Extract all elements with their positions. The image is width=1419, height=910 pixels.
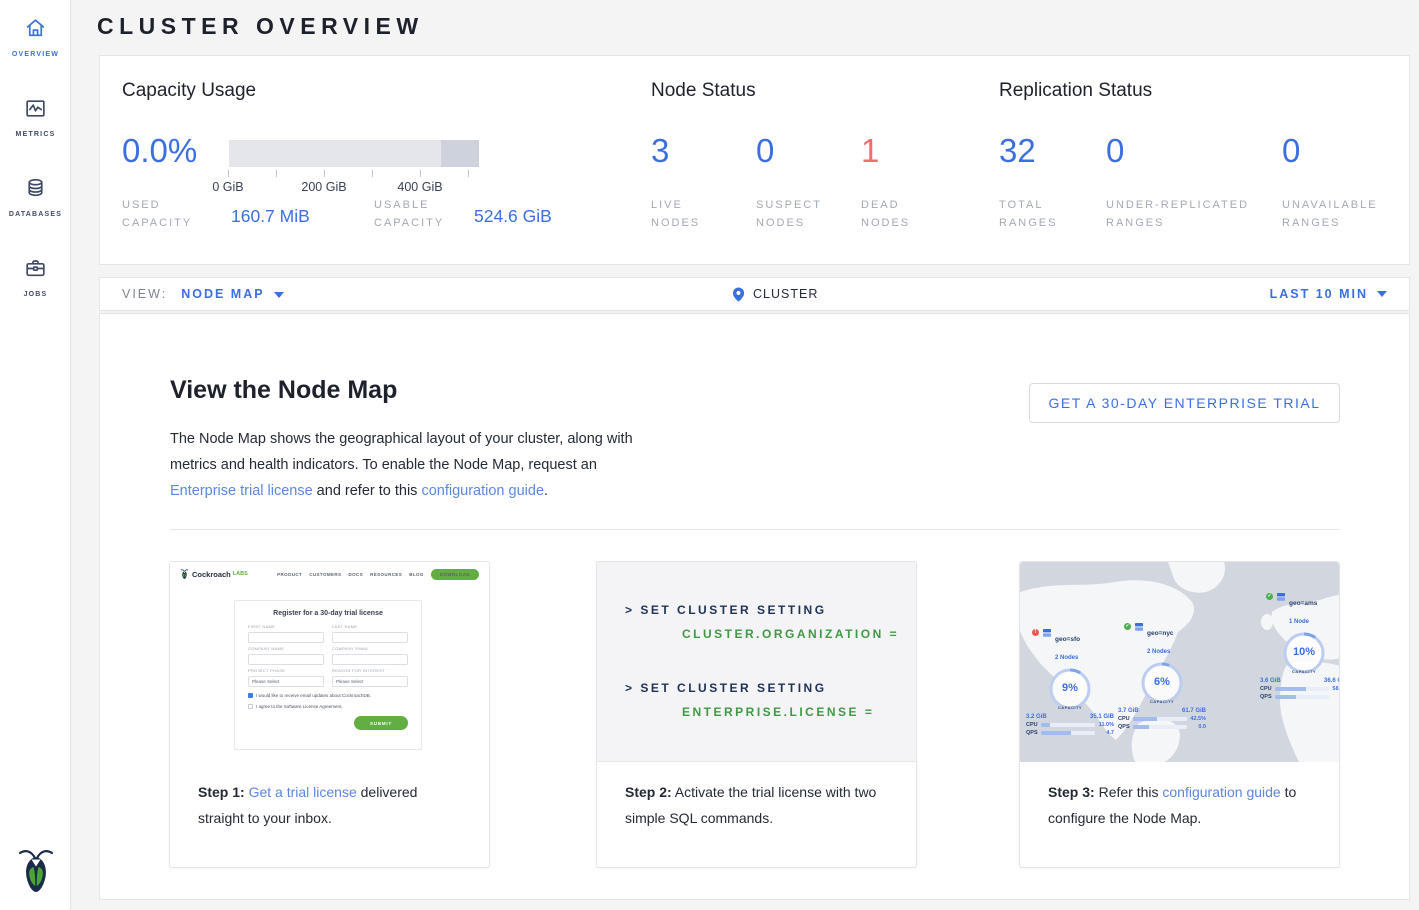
divider <box>170 529 1340 530</box>
databases-icon <box>23 176 48 201</box>
locality-geo-sfo: ! geo=sfo2 Nodes 9%CAPACITY 3.2 GiB35.1 … <box>1024 628 1116 736</box>
axis-tick-label: 0 GiB <box>198 180 258 194</box>
trial-license-screenshot: Cockroach LABS PRODUCT CUSTOMERS DOCS RE… <box>170 562 489 762</box>
jobs-icon <box>23 256 48 281</box>
cockroach-bug-icon <box>180 568 189 580</box>
step1-caption: Step 1: Get a trial license delivered st… <box>170 762 489 831</box>
enterprise-trial-license-link[interactable]: Enterprise trial license <box>170 483 313 499</box>
reason-select: Please Select <box>332 676 408 687</box>
home-icon <box>23 16 48 41</box>
sidebar-item-label: OVERVIEW <box>0 51 71 58</box>
get-trial-license-link[interactable]: Get a trial license <box>249 784 357 800</box>
unavailable-ranges-value: 0 <box>1282 132 1300 170</box>
mini-download-button: DOWNLOAD <box>431 569 479 580</box>
dead-nodes-label: DEAD NODES <box>861 196 921 232</box>
chevron-down-icon <box>1377 291 1387 297</box>
capacity-used-percent: 0.0% <box>122 132 197 170</box>
enterprise-trial-button[interactable]: GET A 30-DAY ENTERPRISE TRIAL <box>1029 383 1340 423</box>
capacity-gauge: 10%CAPACITY <box>1280 629 1328 677</box>
capacity-gauge: 9%CAPACITY <box>1046 665 1094 713</box>
dead-node-badge-icon: ! <box>1032 629 1039 636</box>
capacity-bar-chart <box>229 140 479 167</box>
locality-geo-ams: ✓ geo=ams1 Node 10%CAPACITY 3.6 GiB36.6 … <box>1258 592 1339 700</box>
node-map-heading: View the Node Map <box>170 376 397 405</box>
step2-caption: Step 2: Activate the trial license with … <box>597 762 916 831</box>
sidebar-item-label: DATABASES <box>0 211 71 218</box>
time-range-dropdown[interactable]: LAST 10 MIN <box>1270 287 1387 301</box>
view-label: VIEW: <box>122 287 167 301</box>
trial-registration-form: Register for a 30-day trial license FIRS… <box>234 600 422 750</box>
under-replicated-ranges-value: 0 <box>1106 132 1124 170</box>
cockroach-labs-logo <box>16 845 56 895</box>
company-email-field <box>332 654 408 665</box>
step3-card: ! geo=sfo2 Nodes 9%CAPACITY 3.2 GiB35.1 … <box>1019 561 1340 868</box>
mini-site-nav: PRODUCT CUSTOMERS DOCS RESOURCES BLOG DO… <box>277 569 479 580</box>
page-title: CLUSTER OVERVIEW <box>97 13 424 40</box>
usable-capacity-label: USABLE CAPACITY <box>374 196 464 232</box>
configuration-guide-link[interactable]: configuration guide <box>421 483 544 499</box>
suspect-nodes-label: SUSPECT NODES <box>756 196 836 232</box>
live-nodes-label: LIVE NODES <box>651 196 723 232</box>
sql-commands-block: > SET CLUSTER SETTING CLUSTER.ORGANIZATI… <box>597 562 916 762</box>
replication-status-title: Replication Status <box>999 80 1152 102</box>
sidebar-item-overview[interactable]: OVERVIEW <box>0 16 71 58</box>
step1-card: Cockroach LABS PRODUCT CUSTOMERS DOCS RE… <box>169 561 490 868</box>
configuration-guide-link[interactable]: configuration guide <box>1162 784 1280 800</box>
locality-geo-nyc: ✓ geo=nyc2 Nodes 6%CAPACITY 3.7 GiB61.7 … <box>1116 622 1208 730</box>
healthy-node-badge-icon: ✓ <box>1266 593 1273 600</box>
last-name-field <box>332 632 408 643</box>
license-agreement-checkbox <box>248 704 253 709</box>
under-replicated-ranges-label: UNDER-REPLICATED RANGES <box>1106 196 1266 232</box>
node-map-panel: View the Node Map GET A 30-DAY ENTERPRIS… <box>99 313 1410 900</box>
capacity-gauge: 6%CAPACITY <box>1138 659 1186 707</box>
node-status-title: Node Status <box>651 80 756 102</box>
form-title: Register for a 30-day trial license <box>248 610 408 617</box>
scope-breadcrumb: CLUSTER <box>753 287 818 301</box>
sidebar: OVERVIEW METRICS DATABASES JOBS <box>0 0 71 910</box>
node-map-description: The Node Map shows the geographical layo… <box>170 426 648 504</box>
nodes-stack-icon <box>1042 628 1052 638</box>
mini-submit-button: SUBMIT <box>354 716 408 730</box>
map-pin-icon <box>731 286 746 303</box>
nodes-stack-icon <box>1276 592 1286 602</box>
sidebar-item-metrics[interactable]: METRICS <box>0 96 71 138</box>
nodes-stack-icon <box>1134 622 1144 632</box>
live-nodes-value: 3 <box>651 132 669 170</box>
healthy-node-badge-icon: ✓ <box>1124 623 1131 630</box>
total-ranges-value: 32 <box>999 132 1036 170</box>
total-ranges-label: TOTAL RANGES <box>999 196 1071 232</box>
used-capacity-value: 160.7 MiB <box>231 206 310 227</box>
company-name-field <box>248 654 324 665</box>
email-updates-checkbox <box>248 693 253 698</box>
step3-caption: Step 3: Refer this configuration guide t… <box>1020 762 1339 831</box>
first-name-field <box>248 632 324 643</box>
dead-nodes-value: 1 <box>861 132 879 170</box>
view-selector-dropdown[interactable]: NODE MAP <box>181 287 283 301</box>
usable-capacity-value: 524.6 GiB <box>474 206 552 227</box>
cluster-summary-panel: Capacity Usage 0.0% 0 GiB 200 GiB 400 Gi… <box>99 55 1410 265</box>
view-bar: VIEW: NODE MAP CLUSTER LAST 10 MIN <box>99 277 1410 311</box>
sidebar-item-label: JOBS <box>0 291 71 298</box>
axis-tick-label: 200 GiB <box>294 180 354 194</box>
sidebar-item-jobs[interactable]: JOBS <box>0 256 71 298</box>
step2-card: > SET CLUSTER SETTING CLUSTER.ORGANIZATI… <box>596 561 917 868</box>
used-capacity-label: USED CAPACITY <box>122 196 202 232</box>
suspect-nodes-value: 0 <box>756 132 774 170</box>
unavailable-ranges-label: UNAVAILABLE RANGES <box>1282 196 1392 232</box>
capacity-usage-title: Capacity Usage <box>122 80 256 102</box>
mini-cockroach-logo: Cockroach LABS <box>180 568 248 580</box>
project-phase-select: Please Select <box>248 676 324 687</box>
sidebar-item-databases[interactable]: DATABASES <box>0 176 71 218</box>
metrics-icon <box>23 96 48 121</box>
capacity-bar-segment <box>441 140 479 167</box>
node-map-preview: ! geo=sfo2 Nodes 9%CAPACITY 3.2 GiB35.1 … <box>1020 562 1339 762</box>
sidebar-item-label: METRICS <box>0 131 71 138</box>
chevron-down-icon <box>274 292 284 298</box>
axis-tick-label: 400 GiB <box>390 180 450 194</box>
